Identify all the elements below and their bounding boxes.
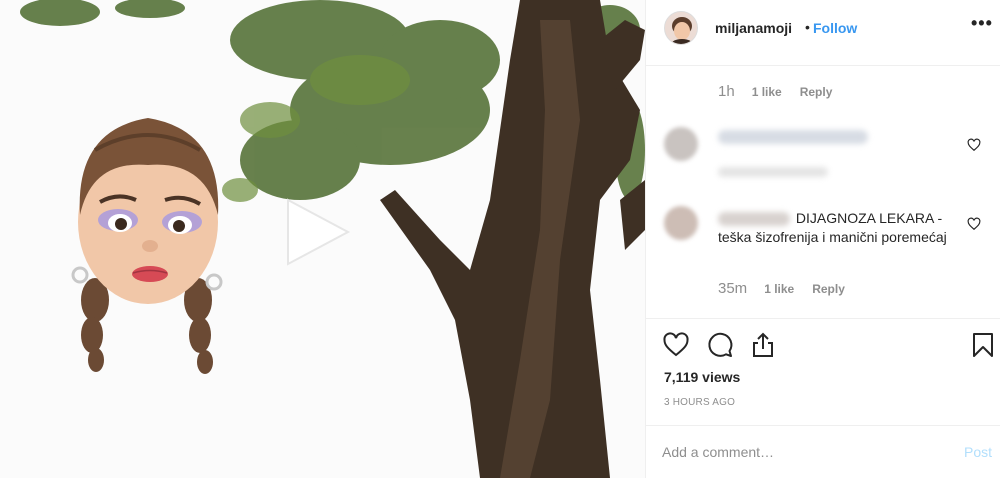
post-side-panel: miljanamoji • Follow ••• 1h 1 like Reply…: [645, 0, 1000, 478]
like-comment-heart-icon[interactable]: [967, 138, 981, 152]
post-timestamp[interactable]: 3 HOURS AGO: [664, 397, 735, 408]
comment-meta: 1h 1 like Reply: [718, 83, 832, 100]
comment-time[interactable]: 35m: [718, 280, 747, 297]
add-comment-bar: Post: [646, 425, 1000, 478]
comment-bubble-icon[interactable]: [706, 331, 734, 359]
like-heart-icon[interactable]: [662, 331, 690, 359]
post-username[interactable]: miljanamoji: [715, 20, 792, 36]
share-icon[interactable]: [749, 331, 777, 359]
comments-list[interactable]: 1h 1 like Reply DIJAGNOZA LEKARA - teška…: [646, 67, 1000, 317]
save-bookmark-icon[interactable]: [969, 331, 997, 359]
follow-button[interactable]: Follow: [813, 20, 857, 36]
comment-likes[interactable]: 1 like: [752, 85, 782, 99]
blurred-comment-meta: [718, 167, 828, 177]
post-actions: 7,119 views 3 HOURS AGO: [646, 318, 1000, 438]
comment-reply-button[interactable]: Reply: [800, 85, 833, 99]
post-comment-button[interactable]: Post: [964, 444, 992, 460]
play-icon[interactable]: [280, 194, 356, 270]
post-media-video[interactable]: [0, 0, 645, 478]
separator-dot: •: [805, 19, 810, 35]
profile-avatar[interactable]: [664, 11, 698, 45]
view-count[interactable]: 7,119 views: [664, 369, 740, 385]
comment-reply-button[interactable]: Reply: [812, 282, 845, 296]
comment-avatar[interactable]: [664, 127, 698, 161]
post-header: miljanamoji • Follow •••: [646, 0, 1000, 66]
blurred-comment-text: [718, 130, 868, 144]
comment-avatar[interactable]: [664, 206, 698, 240]
blurred-username[interactable]: [718, 212, 790, 227]
comment-text: DIJAGNOZA LEKARA - teška šizofrenija i m…: [718, 209, 958, 247]
like-comment-heart-icon[interactable]: [967, 217, 981, 231]
memoji-avatar: [71, 118, 223, 374]
comment-input[interactable]: [662, 440, 942, 464]
comment-meta: 35m 1 like Reply: [718, 280, 845, 297]
comment-time[interactable]: 1h: [718, 83, 735, 100]
comment-likes[interactable]: 1 like: [764, 282, 794, 296]
more-options-icon[interactable]: •••: [971, 13, 993, 34]
